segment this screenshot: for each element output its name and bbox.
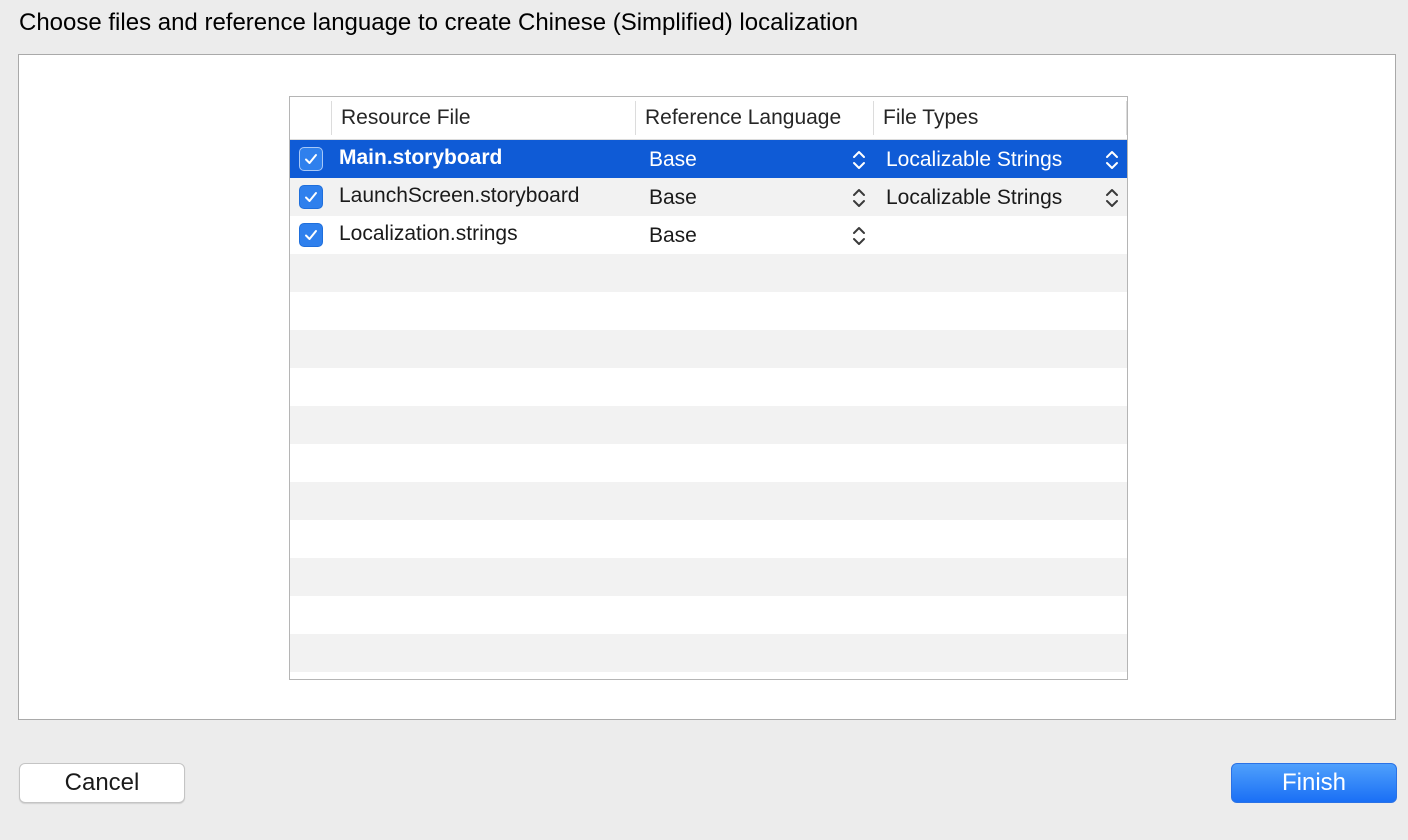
include-checkbox[interactable] (299, 147, 323, 171)
column-header-file-types[interactable]: File Types (874, 97, 1127, 139)
resource-file-name: Localization.strings (339, 222, 518, 245)
empty-table-row (290, 444, 1127, 482)
up-down-chevron-icon[interactable] (1105, 149, 1119, 171)
content-panel: Resource File Reference Language File Ty… (18, 54, 1396, 720)
finish-button[interactable]: Finish (1231, 763, 1397, 803)
checkmark-icon (305, 192, 317, 202)
resource-files-table[interactable]: Resource File Reference Language File Ty… (289, 96, 1128, 680)
table-header: Resource File Reference Language File Ty… (290, 97, 1127, 140)
empty-table-row (290, 558, 1127, 596)
table-row-localization-strings[interactable]: Localization.strings Base (290, 216, 1127, 254)
empty-table-row (290, 520, 1127, 558)
cancel-button[interactable]: Cancel (19, 763, 185, 803)
empty-table-row (290, 596, 1127, 634)
up-down-chevron-icon[interactable] (1105, 187, 1119, 209)
up-down-chevron-icon[interactable] (852, 187, 866, 209)
checkmark-icon (305, 230, 317, 240)
include-checkbox[interactable] (299, 185, 323, 209)
column-header-reference-language[interactable]: Reference Language (636, 97, 874, 139)
column-header-checkbox[interactable] (290, 97, 332, 139)
empty-table-row (290, 292, 1127, 330)
up-down-chevron-icon[interactable] (852, 149, 866, 171)
empty-table-row (290, 368, 1127, 406)
resource-file-name: Main.storyboard (339, 146, 503, 169)
table-body: Main.storyboard Base Localizable Strings… (290, 140, 1127, 672)
dialog-title: Choose files and reference language to c… (19, 9, 859, 36)
include-checkbox[interactable] (299, 223, 323, 247)
column-header-resource-file[interactable]: Resource File (332, 97, 636, 139)
file-type-popup[interactable]: Localizable Strings (886, 140, 1062, 178)
empty-table-row (290, 634, 1127, 672)
reference-language-popup[interactable]: Base (649, 140, 697, 178)
resource-file-name: LaunchScreen.storyboard (339, 184, 580, 207)
file-type-popup[interactable]: Localizable Strings (886, 178, 1062, 216)
table-row-launchscreen-storyboard[interactable]: LaunchScreen.storyboard Base Localizable… (290, 178, 1127, 216)
reference-language-popup[interactable]: Base (649, 216, 697, 254)
empty-table-row (290, 482, 1127, 520)
up-down-chevron-icon[interactable] (852, 225, 866, 247)
checkmark-icon (305, 154, 317, 164)
empty-table-row (290, 330, 1127, 368)
reference-language-popup[interactable]: Base (649, 178, 697, 216)
empty-table-row (290, 254, 1127, 292)
empty-table-row (290, 406, 1127, 444)
table-row-main-storyboard[interactable]: Main.storyboard Base Localizable Strings (290, 140, 1127, 178)
